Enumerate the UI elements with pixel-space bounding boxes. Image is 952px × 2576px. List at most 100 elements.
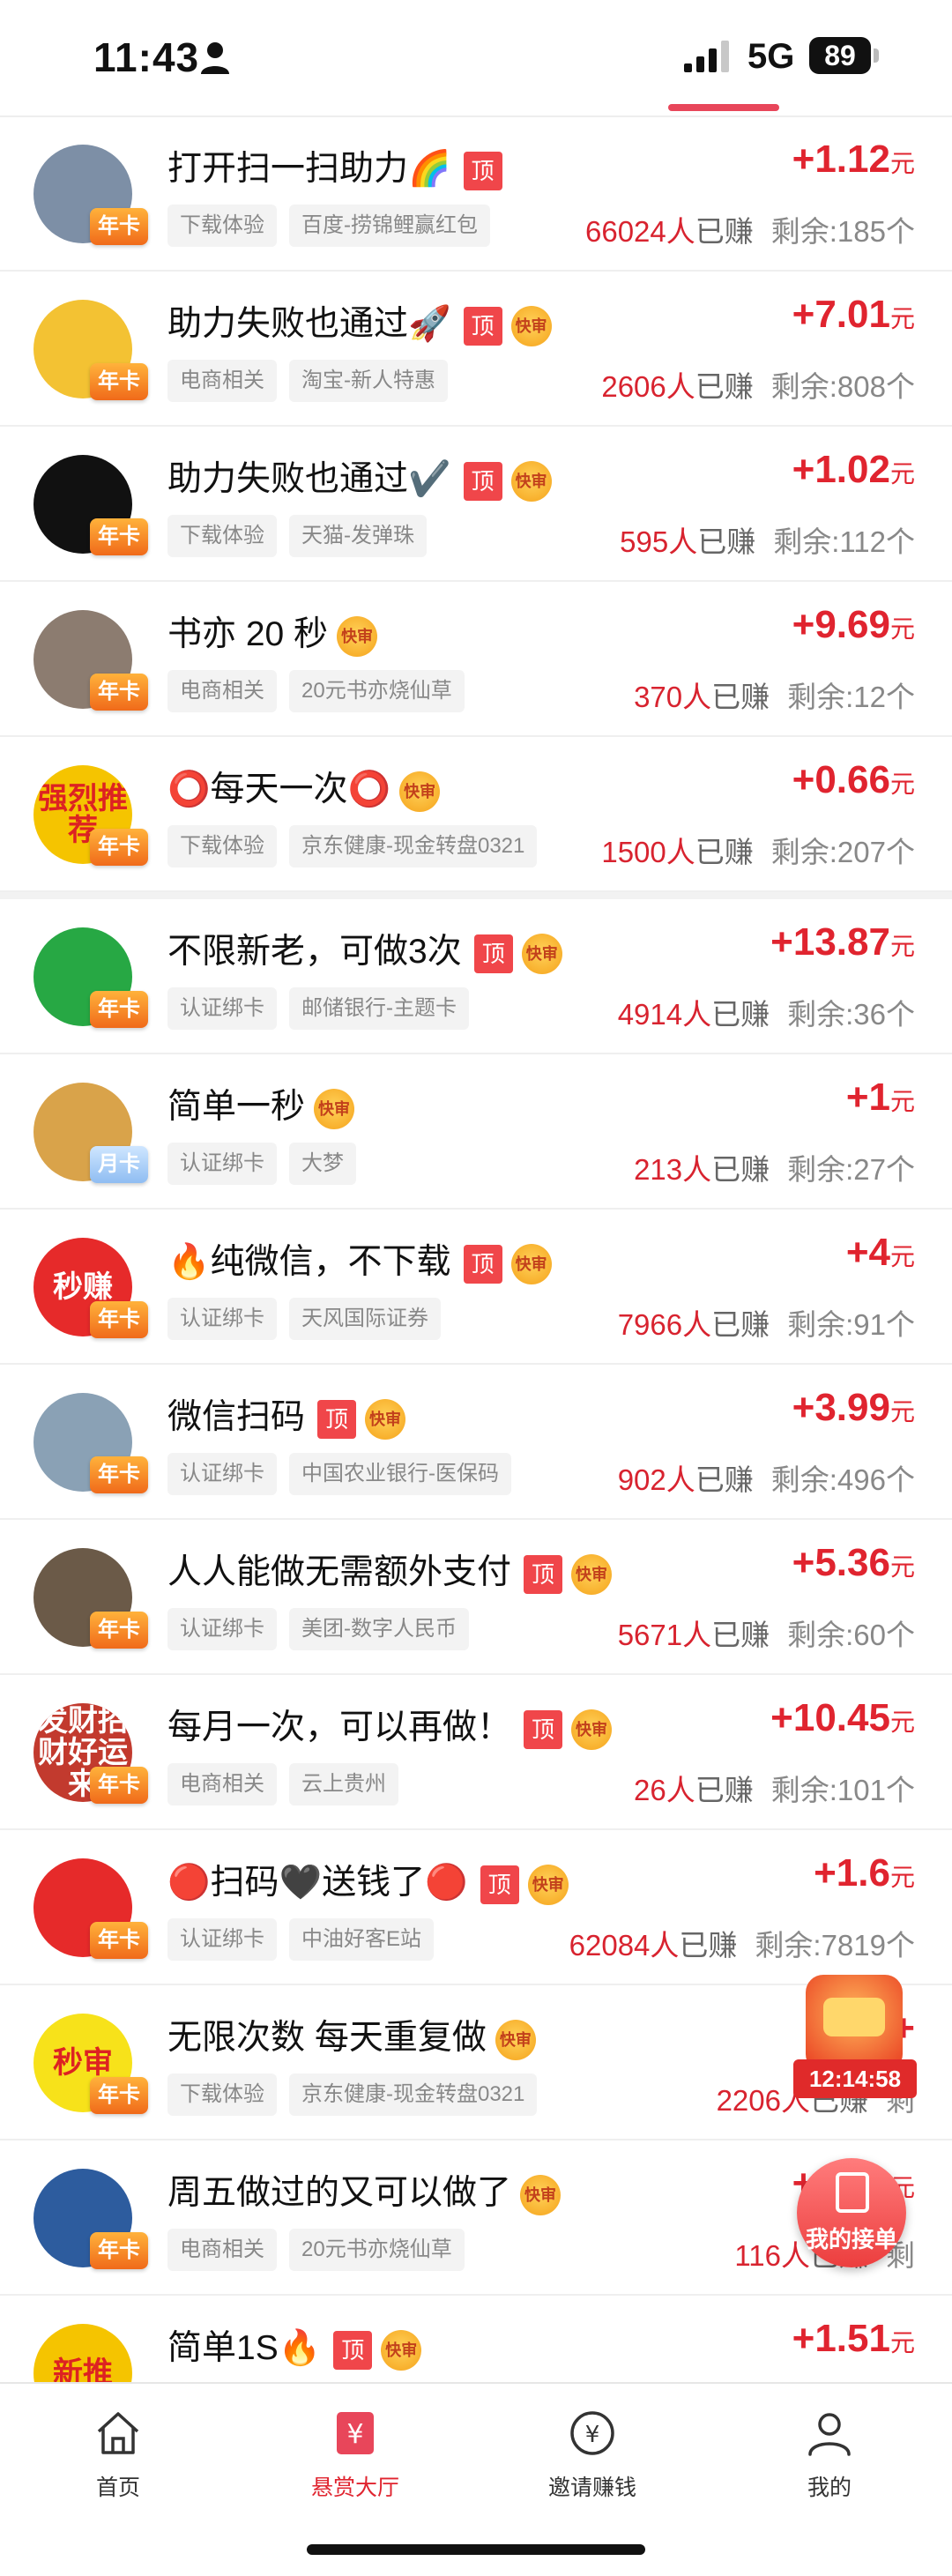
remaining-count: 剩余:12个 — [787, 681, 915, 713]
task-stats: 595人已赚 剩余:112个 — [620, 518, 915, 561]
task-title-line: 简单一秒 快审 — [167, 1079, 355, 1129]
task-platform-chip: 天风国际证券 — [289, 1298, 441, 1340]
reward-amount: +0.66 — [792, 758, 890, 801]
my-orders-button[interactable]: 我的接单 — [797, 2158, 906, 2267]
remaining-count: 剩余:27个 — [787, 1153, 915, 1186]
fast-review-icon: 快审 — [510, 305, 552, 346]
task-platform-chip: 中国农业银行-医保码 — [289, 1453, 511, 1495]
task-stats: 66024人已赚 剩余:185个 — [585, 208, 915, 250]
task-title: 🔴扫码🖤送钱了🔴 — [167, 1864, 468, 1902]
status-bar: 11:43 5G 89 — [0, 0, 952, 115]
fast-review-icon: 快审 — [571, 1709, 613, 1750]
task-platform-chip: 美团-数字人民币 — [289, 1608, 469, 1650]
earned-label: 已赚 — [695, 370, 754, 403]
task-stats: 2606人已赚 剩余:808个 — [601, 363, 915, 406]
task-row[interactable]: 年卡 不限新老，可做3次顶快审 认证绑卡 邮储银行-主题卡 +13.87元 4914人已赚… — [0, 892, 952, 1054]
membership-card-badge: 年卡 — [90, 674, 148, 711]
task-title: 助力失败也通过🚀 — [167, 305, 451, 343]
earned-count: 213人 — [634, 1153, 712, 1186]
membership-card-badge: 年卡 — [90, 2077, 148, 2114]
reward-amount: +3.99 — [792, 1386, 890, 1429]
remaining-count: 剩余:36个 — [787, 998, 915, 1031]
task-row[interactable]: 年卡 微信扫码顶快审 认证绑卡 中国农业银行-医保码 +3.99元 902人已赚 剩余:49… — [0, 1365, 952, 1520]
nav-home[interactable]: 首页 — [52, 2408, 184, 2502]
task-title-line: 每月一次，可以再做！ 顶快审 — [167, 1700, 613, 1750]
reward-amount: +9.69 — [792, 603, 890, 646]
remaining-count: 剩余:207个 — [770, 836, 915, 868]
task-row[interactable]: 年卡 书亦 20 秒快审 电商相关 20元书亦烧仙草 +9.69元 370人已赚 剩余:12… — [0, 582, 952, 737]
membership-card-badge: 年卡 — [90, 1612, 148, 1649]
task-row[interactable]: 年卡 助力失败也通过🚀 顶快审 电商相关 淘宝-新人特惠 +7.01元 2606人已赚 剩余:… — [0, 272, 952, 427]
document-icon — [836, 2172, 869, 2213]
task-row[interactable]: 强烈推荐 年卡 ⭕️每天一次⭕️ 快审 下载体验 京东健康-现金转盘0321 +0.66元 1… — [0, 737, 952, 892]
pinned-tag: 顶 — [480, 1865, 519, 1904]
task-platform-chip: 百度-捞锦鲤赢红包 — [289, 205, 490, 247]
reward-unit: 元 — [889, 305, 915, 332]
reward-unit: 元 — [889, 615, 915, 643]
membership-card-badge: 年卡 — [90, 1301, 148, 1338]
reward-unit: 元 — [889, 150, 915, 177]
task-row[interactable]: 秒赚 年卡 🔥纯微信，不下载顶快审 认证绑卡 天风国际证券 +4元 7966人已赚 剩余:91… — [0, 1210, 952, 1365]
task-row[interactable]: 年卡 🔴扫码🖤送钱了🔴 顶快审 认证绑卡 中油好客E站 +1.6元 62084人已赚 剩余:7… — [0, 1830, 952, 1985]
profile-icon — [808, 2413, 851, 2456]
task-category-chip: 认证绑卡 — [167, 1298, 277, 1340]
reward-amount: +1 — [845, 1076, 890, 1119]
earned-label: 已赚 — [711, 1308, 770, 1341]
remaining-count: 剩余:91个 — [787, 1308, 915, 1341]
red-envelope-float[interactable]: 12:14:58 — [793, 1975, 917, 2107]
nav-reward-hall[interactable]: ¥ 悬赏大厅 — [289, 2408, 421, 2502]
task-title: 无限次数 每天重复做 — [167, 2019, 487, 2057]
reward-amount: +10.45 — [770, 1696, 890, 1739]
task-stats: 1500人已赚 剩余:207个 — [601, 829, 915, 871]
task-stats: 902人已赚 剩余:496个 — [618, 1456, 915, 1499]
network-type: 5G — [747, 37, 795, 76]
task-title-line: 简单1S🔥 顶快审 — [167, 2320, 422, 2371]
nav-invite[interactable]: ¥ 邀请赚钱 — [526, 2408, 658, 2502]
remaining-count: 剩余:7819个 — [755, 1929, 915, 1962]
earned-label: 已赚 — [695, 1463, 754, 1496]
remaining-count: 剩余:808个 — [770, 370, 915, 403]
task-reward: +3.99元 — [792, 1386, 915, 1430]
task-title-line: 🔥纯微信，不下载顶快审 — [167, 1234, 552, 1284]
avatar-text: 新推 — [53, 2356, 113, 2382]
nav-profile[interactable]: 我的 — [763, 2408, 896, 2502]
task-title: 助力失败也通过✔️ — [167, 460, 451, 498]
pinned-tag: 顶 — [473, 934, 513, 973]
reward-amount: +1.02 — [792, 448, 890, 491]
task-platform-chip: 京东健康-现金转盘0321 — [289, 2073, 538, 2116]
task-avatar: 新推 — [33, 2324, 132, 2382]
task-platform-chip: 云上贵州 — [289, 1763, 398, 1805]
task-category-chip: 认证绑卡 — [167, 1143, 277, 1185]
task-title-line: 助力失败也通过🚀 顶快审 — [167, 296, 552, 346]
task-row[interactable]: 月卡 简单一秒 快审 认证绑卡 大梦 +1元 213人已赚 剩余:27个 — [0, 1054, 952, 1210]
task-reward: +4元 — [846, 1231, 915, 1275]
task-category-chip: 下载体验 — [167, 515, 277, 557]
reward-unit: 元 — [889, 1709, 915, 1736]
task-reward: +7.01元 — [792, 293, 915, 337]
fast-review-icon: 快审 — [521, 933, 562, 974]
task-row[interactable]: 年卡 人人能做无需额外支付顶快审 认证绑卡 美团-数字人民币 +5.36元 5671人已赚… — [0, 1520, 952, 1675]
reward-amount: +1.51 — [792, 2317, 890, 2360]
task-row[interactable]: 新推年卡简单1S🔥顶快审下载体验抖音商城+1.51元1012人已赚剩余:264个 — [0, 2296, 952, 2382]
task-row[interactable]: 发财招财好运来 年卡 每月一次，可以再做！顶快审 电商相关 云上贵州 +10.45元 26人… — [0, 1675, 952, 1830]
fast-review-icon: 快审 — [337, 615, 378, 657]
pinned-tag: 顶 — [524, 1709, 563, 1749]
task-row[interactable]: 年卡 打开扫一扫助力🌈 顶下载体验 百度-捞锦鲤赢红包 +1.12元 66024人已赚 剩余… — [0, 116, 952, 272]
task-title-line: 微信扫码顶快审 — [167, 1389, 406, 1440]
pinned-tag: 顶 — [463, 151, 502, 190]
task-reward: +9.69元 — [792, 603, 915, 647]
earned-count: 1500人 — [601, 836, 695, 868]
reward-unit: 元 — [889, 460, 915, 488]
fast-review-icon: 快审 — [510, 1243, 552, 1284]
task-title: 简单1S🔥 — [167, 2329, 322, 2367]
task-title-line: 不限新老，可做3次顶快审 — [167, 924, 562, 974]
task-row[interactable]: 年卡 助力失败也通过✔️ 顶快审 下载体验 天猫-发弹珠 +1.02元 595人已赚 剩余:1… — [0, 427, 952, 582]
task-platform-chip: 天猫-发弹珠 — [289, 515, 427, 557]
reward-unit: 元 — [889, 1088, 915, 1115]
task-reward: +1.51元 — [792, 2317, 915, 2361]
pinned-tag: 顶 — [463, 1244, 502, 1284]
task-stats: 62084人已赚 剩余:7819个 — [569, 1922, 915, 1964]
reward-amount: +1.12 — [792, 138, 890, 181]
task-title-line: 无限次数 每天重复做 快审 — [167, 2010, 536, 2060]
task-title: 简单一秒 — [167, 1088, 306, 1126]
